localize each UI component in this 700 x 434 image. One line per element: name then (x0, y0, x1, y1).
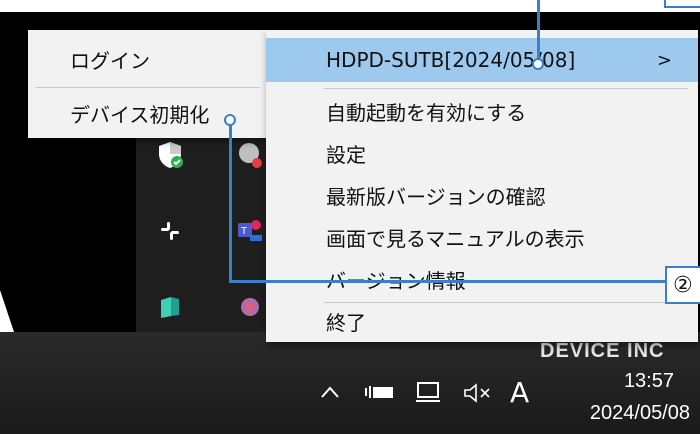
menu-item-check-update[interactable]: 最新版バージョンの確認 (266, 174, 698, 216)
svg-text:T: T (241, 226, 247, 237)
app-purple-icon[interactable] (236, 293, 264, 321)
menu-item-check-update-label: 最新版バージョンの確認 (326, 184, 546, 209)
menu-item-exit[interactable]: 終了 (266, 300, 698, 342)
menu-item-login-label: ログイン (70, 48, 150, 73)
menu-item-enable-autostart[interactable]: 自動起動を有効にする (266, 90, 698, 132)
menu-item-version-info[interactable]: バージョン情報 (266, 258, 698, 300)
volume-muted-icon[interactable] (462, 382, 492, 409)
menu-item-show-manual[interactable]: 画面で見るマニュアルの表示 (266, 216, 698, 258)
menu-item-login[interactable]: ログイン (28, 38, 268, 80)
main-context-menu: HDPD-SUTB[2024/05/08] > 自動起動を有効にする 設定 最新… (266, 30, 698, 342)
chevron-up-icon[interactable] (320, 384, 340, 405)
callout-2-line-horizontal (229, 280, 667, 283)
taskbar: DEVICE INC A 13:57 2024/05/08 (0, 332, 700, 434)
tray-overflow-panel: T (136, 115, 286, 345)
menu-item-exit-label: 終了 (326, 310, 366, 335)
ime-indicator[interactable]: A (510, 376, 529, 409)
battery-icon[interactable] (364, 382, 396, 407)
teams-icon[interactable]: T (236, 217, 264, 245)
callout-2-label: ② (673, 272, 693, 298)
callout-2-box: ② (665, 266, 700, 304)
app-green-icon[interactable] (156, 293, 184, 321)
network-icon[interactable] (414, 380, 442, 409)
menu-item-show-manual-label: 画面で見るマニュアルの表示 (326, 226, 585, 251)
menu-item-device-reset-label: デバイス初期化 (70, 102, 210, 127)
clock-date[interactable]: 2024/05/08 (566, 402, 690, 425)
clock-time[interactable]: 13:57 (584, 370, 674, 393)
slack-icon[interactable] (156, 217, 184, 245)
menu-item-version-info-label: バージョン情報 (326, 268, 466, 293)
taskbar-partial-label: DEVICE INC (540, 340, 665, 362)
chevron-right-icon: > (656, 49, 672, 71)
menu-item-device-header[interactable]: HDPD-SUTB[2024/05/08] > (266, 38, 698, 82)
menu-separator (36, 87, 260, 88)
menu-item-settings[interactable]: 設定 (266, 132, 698, 174)
callout-1-line (537, 0, 540, 62)
callout-2-line-vertical (229, 120, 232, 283)
callout-1-box (664, 0, 700, 8)
menu-separator (324, 88, 688, 89)
desktop: T DEVICE INC A 13:57 2024/05/08 ログイン デバイ… (0, 0, 700, 434)
menu-item-settings-label: 設定 (326, 142, 366, 167)
callout-2-dot (224, 114, 236, 126)
network-error-icon[interactable] (236, 141, 264, 169)
callout-1-dot (532, 58, 544, 70)
security-shield-icon[interactable] (156, 141, 184, 169)
menu-item-enable-autostart-label: 自動起動を有効にする (326, 100, 527, 125)
menu-item-device-reset[interactable]: デバイス初期化 (28, 92, 268, 134)
